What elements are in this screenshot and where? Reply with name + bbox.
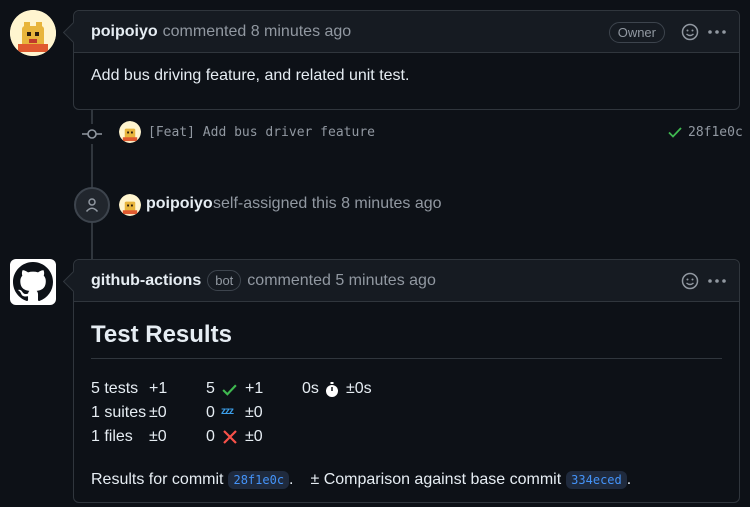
commit-sha-link[interactable]: 28f1e0c <box>228 471 290 489</box>
comment-author[interactable]: poipoiyo <box>91 23 158 41</box>
comment-header: poipoiyo commented 8 minutes ago Owner <box>74 11 739 53</box>
actor-name[interactable]: poipoiyo <box>146 195 213 213</box>
add-reaction-icon[interactable] <box>681 272 699 290</box>
assign-event-text: self-assigned this 8 minutes ago <box>213 195 442 212</box>
commit-sha[interactable]: 28f1e0c <box>688 125 743 140</box>
skipped-count: 0 <box>206 404 215 421</box>
comment-author[interactable]: github-actions <box>91 272 201 290</box>
commit-icon <box>82 124 102 144</box>
zzz-icon: zzz <box>221 406 234 417</box>
avatar[interactable] <box>10 10 56 56</box>
failed-delta: ±0 <box>245 428 263 445</box>
bot-badge: bot <box>207 270 242 291</box>
passed-delta: +1 <box>245 380 264 397</box>
results-heading: Test Results <box>91 321 722 359</box>
commit-author-avatar[interactable] <box>119 121 141 143</box>
kebab-menu-icon[interactable] <box>707 272 727 290</box>
passed-count: 5 <box>206 380 215 397</box>
results-dot: . <box>289 471 294 488</box>
actor-avatar[interactable] <box>119 194 141 216</box>
end-dot: . <box>626 471 632 488</box>
tests-count: 5 tests <box>91 380 139 397</box>
stopwatch-icon <box>324 381 340 403</box>
kebab-menu-icon[interactable] <box>707 23 727 41</box>
failed-count: 0 <box>206 428 215 445</box>
duration-value: 0s <box>302 380 319 397</box>
skipped-delta: ±0 <box>245 404 263 421</box>
base-sha-link[interactable]: 334eced <box>566 471 627 489</box>
results-line: Results for commit 28f1e0c . ± Compariso… <box>91 471 722 489</box>
comment-card: poipoiyo commented 8 minutes ago Owner A… <box>73 10 740 110</box>
duration-delta: ±0s <box>346 380 372 397</box>
person-icon <box>74 187 110 223</box>
results-prefix: Results for commit <box>91 471 224 488</box>
owner-badge: Owner <box>608 21 665 43</box>
comment-body: Add bus driving feature, and related uni… <box>91 67 410 84</box>
check-icon[interactable] <box>667 124 683 145</box>
github-avatar[interactable] <box>10 259 56 305</box>
tests-delta: +1 <box>149 380 168 397</box>
add-reaction-icon[interactable] <box>681 23 699 41</box>
comment-timestamp[interactable]: commented 8 minutes ago <box>163 23 352 41</box>
commit-message[interactable]: [Feat] Add bus driver feature <box>148 125 375 140</box>
comment-header: github-actions bot commented 5 minutes a… <box>74 260 739 302</box>
files-count: 1 files <box>91 428 133 445</box>
suites-delta: ±0 <box>149 404 167 421</box>
comment-timestamp[interactable]: commented 5 minutes ago <box>247 272 436 290</box>
results-table: 5 tests +1 5 +1 0s ±0s 1 suites ±0 0 zzz… <box>91 380 722 472</box>
comparison-text: ± Comparison against base commit <box>310 471 562 488</box>
comment-card: github-actions bot commented 5 minutes a… <box>73 259 740 503</box>
suites-count: 1 suites <box>91 404 147 421</box>
x-icon <box>222 429 238 450</box>
check-icon <box>221 381 238 403</box>
files-delta: ±0 <box>149 428 167 445</box>
